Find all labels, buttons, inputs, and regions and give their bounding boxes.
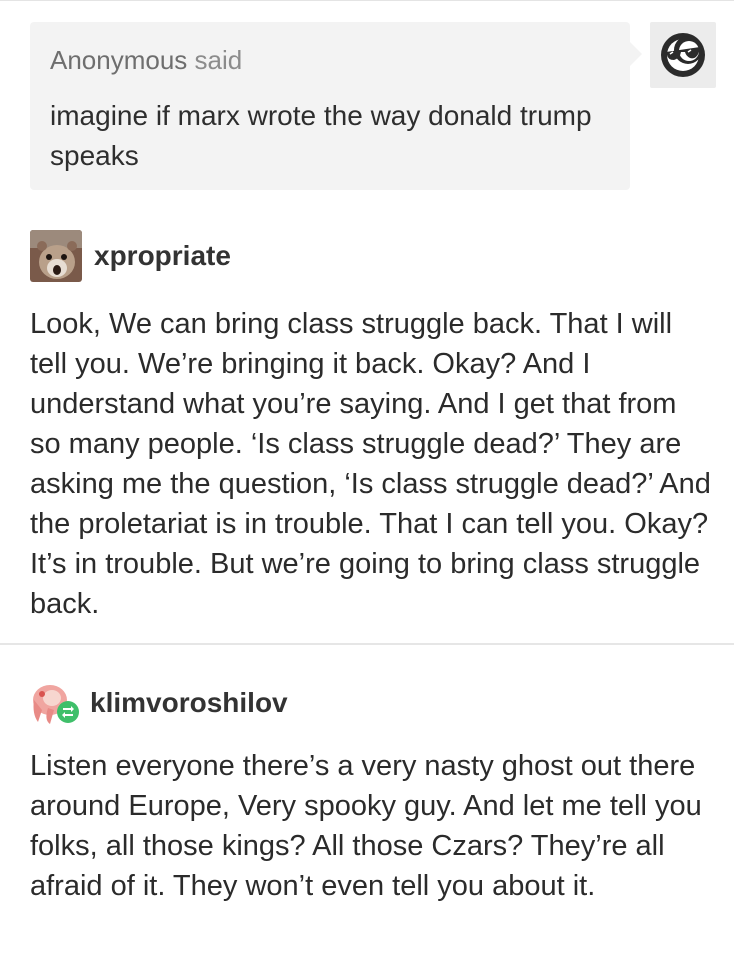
anime-avatar[interactable] bbox=[30, 680, 82, 726]
hamster-avatar-icon bbox=[30, 230, 82, 282]
reblog-icon bbox=[57, 701, 79, 723]
hamster-avatar[interactable] bbox=[30, 230, 82, 282]
anonymous-sunglasses-icon bbox=[661, 33, 705, 77]
top-divider bbox=[0, 0, 734, 1]
ask-bubble: Anonymous said imagine if marx wrote the… bbox=[30, 22, 642, 190]
username-klimvoroshilov[interactable]: klimvoroshilov bbox=[90, 686, 288, 720]
ask-said-label: said bbox=[194, 45, 243, 75]
post-header: klimvoroshilov bbox=[30, 680, 288, 726]
asker-name: Anonymous bbox=[50, 45, 188, 75]
username-xpropriate[interactable]: xpropriate bbox=[94, 239, 231, 273]
post-body-klimvoroshilov: Listen everyone there’s a very nasty gho… bbox=[30, 750, 702, 902]
post-divider bbox=[0, 643, 734, 645]
ask-header: Anonymous said bbox=[50, 44, 242, 76]
post-header: xpropriate bbox=[30, 230, 231, 282]
anonymous-avatar[interactable] bbox=[650, 22, 716, 88]
post-body-xpropriate: Look, We can bring class struggle back. … bbox=[30, 308, 711, 620]
ask-question-text: imagine if marx wrote the way donald tru… bbox=[50, 100, 592, 171]
